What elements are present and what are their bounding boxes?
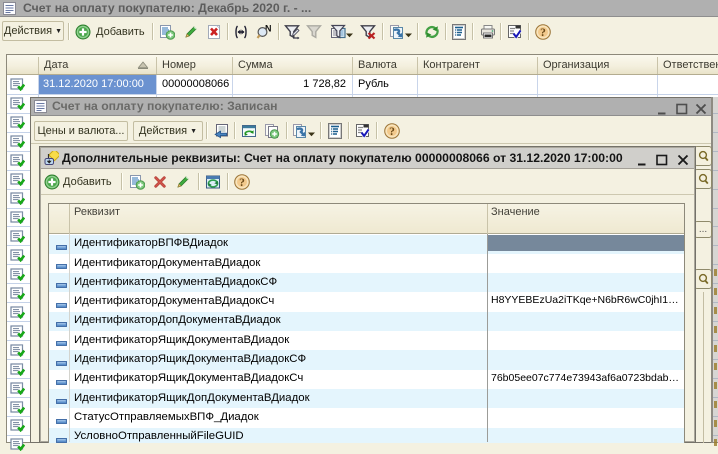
- svg-text:?: ?: [239, 177, 245, 189]
- svg-text:?: ?: [540, 27, 546, 39]
- svg-text:?: ?: [389, 126, 395, 138]
